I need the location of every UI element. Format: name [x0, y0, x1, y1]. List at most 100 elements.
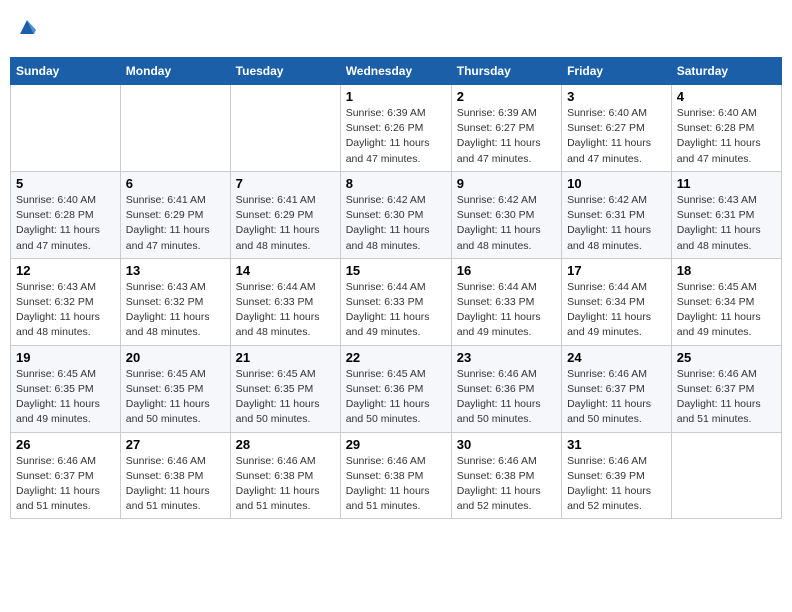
day-number: 30 — [457, 437, 556, 452]
day-number: 6 — [126, 176, 225, 191]
day-info: Sunrise: 6:43 AMSunset: 6:32 PMDaylight:… — [16, 280, 115, 341]
calendar-table: SundayMondayTuesdayWednesdayThursdayFrid… — [10, 57, 782, 519]
day-number: 31 — [567, 437, 666, 452]
day-number: 10 — [567, 176, 666, 191]
calendar-cell: 22Sunrise: 6:45 AMSunset: 6:36 PMDayligh… — [340, 345, 451, 432]
calendar-cell: 7 Sunrise: 6:41 AMSunset: 6:29 PMDaylight… — [230, 171, 340, 258]
weekday-header-row: SundayMondayTuesdayWednesdayThursdayFrid… — [11, 58, 782, 85]
day-number: 28 — [236, 437, 335, 452]
day-number: 8 — [346, 176, 446, 191]
day-info: Sunrise: 6:40 AMSunset: 6:28 PMDaylight:… — [677, 106, 776, 167]
day-info: Sunrise: 6:41 AMSunset: 6:29 PMDaylight:… — [126, 193, 225, 254]
day-number: 21 — [236, 350, 335, 365]
day-info: Sunrise: 6:46 AMSunset: 6:38 PMDaylight:… — [457, 454, 556, 515]
day-number: 14 — [236, 263, 335, 278]
day-number: 24 — [567, 350, 666, 365]
day-number: 13 — [126, 263, 225, 278]
day-info: Sunrise: 6:45 AMSunset: 6:34 PMDaylight:… — [677, 280, 776, 341]
day-number: 25 — [677, 350, 776, 365]
calendar-cell: 15 Sunrise: 6:44 AMSunset: 6:33 PMDayligh… — [340, 258, 451, 345]
calendar-cell: 6 Sunrise: 6:41 AMSunset: 6:29 PMDaylight… — [120, 171, 230, 258]
calendar-cell: 19 Sunrise: 6:45 AMSunset: 6:35 PMDayligh… — [11, 345, 121, 432]
calendar-cell: 16 Sunrise: 6:44 AMSunset: 6:33 PMDayligh… — [451, 258, 561, 345]
day-info: Sunrise: 6:42 AMSunset: 6:30 PMDaylight:… — [346, 193, 446, 254]
day-number: 7 — [236, 176, 335, 191]
day-info: Sunrise: 6:40 AMSunset: 6:28 PMDaylight:… — [16, 193, 115, 254]
calendar-cell: 4 Sunrise: 6:40 AMSunset: 6:28 PMDaylight… — [671, 85, 781, 172]
weekday-header: Sunday — [11, 58, 121, 85]
day-info: Sunrise: 6:45 AMSunset: 6:35 PMDaylight:… — [236, 367, 335, 428]
calendar-week-row: 12 Sunrise: 6:43 AMSunset: 6:32 PMDayligh… — [11, 258, 782, 345]
day-number: 29 — [346, 437, 446, 452]
calendar-cell: 1 Sunrise: 6:39 AMSunset: 6:26 PMDaylight… — [340, 85, 451, 172]
logo-icon — [16, 16, 38, 38]
calendar-cell: 20Sunrise: 6:45 AMSunset: 6:35 PMDayligh… — [120, 345, 230, 432]
calendar-cell: 25 Sunrise: 6:46 AMSunset: 6:37 PMDayligh… — [671, 345, 781, 432]
day-info: Sunrise: 6:46 AMSunset: 6:38 PMDaylight:… — [126, 454, 225, 515]
day-info: Sunrise: 6:46 AMSunset: 6:39 PMDaylight:… — [567, 454, 666, 515]
day-number: 19 — [16, 350, 115, 365]
calendar-cell: 29Sunrise: 6:46 AMSunset: 6:38 PMDayligh… — [340, 432, 451, 519]
calendar-cell — [230, 85, 340, 172]
day-info: Sunrise: 6:46 AMSunset: 6:37 PMDaylight:… — [16, 454, 115, 515]
calendar-cell: 14 Sunrise: 6:44 AMSunset: 6:33 PMDayligh… — [230, 258, 340, 345]
day-info: Sunrise: 6:46 AMSunset: 6:38 PMDaylight:… — [236, 454, 335, 515]
calendar-cell: 27 Sunrise: 6:46 AMSunset: 6:38 PMDayligh… — [120, 432, 230, 519]
calendar-week-row: 19 Sunrise: 6:45 AMSunset: 6:35 PMDayligh… — [11, 345, 782, 432]
calendar-cell — [11, 85, 121, 172]
day-number: 3 — [567, 89, 666, 104]
day-number: 2 — [457, 89, 556, 104]
day-info: Sunrise: 6:43 AMSunset: 6:32 PMDaylight:… — [126, 280, 225, 341]
day-info: Sunrise: 6:42 AMSunset: 6:30 PMDaylight:… — [457, 193, 556, 254]
calendar-week-row: 26 Sunrise: 6:46 AMSunset: 6:37 PMDayligh… — [11, 432, 782, 519]
day-info: Sunrise: 6:40 AMSunset: 6:27 PMDaylight:… — [567, 106, 666, 167]
day-number: 16 — [457, 263, 556, 278]
calendar-cell: 13 Sunrise: 6:43 AMSunset: 6:32 PMDayligh… — [120, 258, 230, 345]
day-info: Sunrise: 6:42 AMSunset: 6:31 PMDaylight:… — [567, 193, 666, 254]
calendar-cell: 5Sunrise: 6:40 AMSunset: 6:28 PMDaylight… — [11, 171, 121, 258]
calendar-cell: 12 Sunrise: 6:43 AMSunset: 6:32 PMDayligh… — [11, 258, 121, 345]
calendar-week-row: 5Sunrise: 6:40 AMSunset: 6:28 PMDaylight… — [11, 171, 782, 258]
calendar-cell: 17Sunrise: 6:44 AMSunset: 6:34 PMDayligh… — [562, 258, 672, 345]
day-info: Sunrise: 6:45 AMSunset: 6:36 PMDaylight:… — [346, 367, 446, 428]
day-info: Sunrise: 6:45 AMSunset: 6:35 PMDaylight:… — [16, 367, 115, 428]
calendar-cell: 21 Sunrise: 6:45 AMSunset: 6:35 PMDayligh… — [230, 345, 340, 432]
calendar-week-row: 1 Sunrise: 6:39 AMSunset: 6:26 PMDaylight… — [11, 85, 782, 172]
calendar-cell — [671, 432, 781, 519]
day-number: 15 — [346, 263, 446, 278]
day-number: 4 — [677, 89, 776, 104]
calendar-cell: 8 Sunrise: 6:42 AMSunset: 6:30 PMDaylight… — [340, 171, 451, 258]
weekday-header: Monday — [120, 58, 230, 85]
day-number: 12 — [16, 263, 115, 278]
day-number: 9 — [457, 176, 556, 191]
calendar-cell: 23Sunrise: 6:46 AMSunset: 6:36 PMDayligh… — [451, 345, 561, 432]
calendar-cell — [120, 85, 230, 172]
day-info: Sunrise: 6:39 AMSunset: 6:26 PMDaylight:… — [346, 106, 446, 167]
day-info: Sunrise: 6:39 AMSunset: 6:27 PMDaylight:… — [457, 106, 556, 167]
day-info: Sunrise: 6:46 AMSunset: 6:37 PMDaylight:… — [677, 367, 776, 428]
day-number: 27 — [126, 437, 225, 452]
logo — [14, 16, 38, 43]
weekday-header: Thursday — [451, 58, 561, 85]
day-number: 17 — [567, 263, 666, 278]
day-number: 26 — [16, 437, 115, 452]
weekday-header: Tuesday — [230, 58, 340, 85]
day-info: Sunrise: 6:46 AMSunset: 6:37 PMDaylight:… — [567, 367, 666, 428]
calendar-cell: 9 Sunrise: 6:42 AMSunset: 6:30 PMDaylight… — [451, 171, 561, 258]
day-info: Sunrise: 6:41 AMSunset: 6:29 PMDaylight:… — [236, 193, 335, 254]
day-info: Sunrise: 6:43 AMSunset: 6:31 PMDaylight:… — [677, 193, 776, 254]
day-number: 23 — [457, 350, 556, 365]
calendar-cell: 26 Sunrise: 6:46 AMSunset: 6:37 PMDayligh… — [11, 432, 121, 519]
calendar-cell: 18Sunrise: 6:45 AMSunset: 6:34 PMDayligh… — [671, 258, 781, 345]
day-info: Sunrise: 6:44 AMSunset: 6:33 PMDaylight:… — [457, 280, 556, 341]
calendar-cell: 2 Sunrise: 6:39 AMSunset: 6:27 PMDaylight… — [451, 85, 561, 172]
calendar-cell: 30 Sunrise: 6:46 AMSunset: 6:38 PMDayligh… — [451, 432, 561, 519]
weekday-header: Friday — [562, 58, 672, 85]
weekday-header: Wednesday — [340, 58, 451, 85]
day-number: 1 — [346, 89, 446, 104]
day-info: Sunrise: 6:44 AMSunset: 6:33 PMDaylight:… — [346, 280, 446, 341]
calendar-cell: 10 Sunrise: 6:42 AMSunset: 6:31 PMDayligh… — [562, 171, 672, 258]
day-number: 11 — [677, 176, 776, 191]
day-number: 20 — [126, 350, 225, 365]
day-info: Sunrise: 6:44 AMSunset: 6:33 PMDaylight:… — [236, 280, 335, 341]
